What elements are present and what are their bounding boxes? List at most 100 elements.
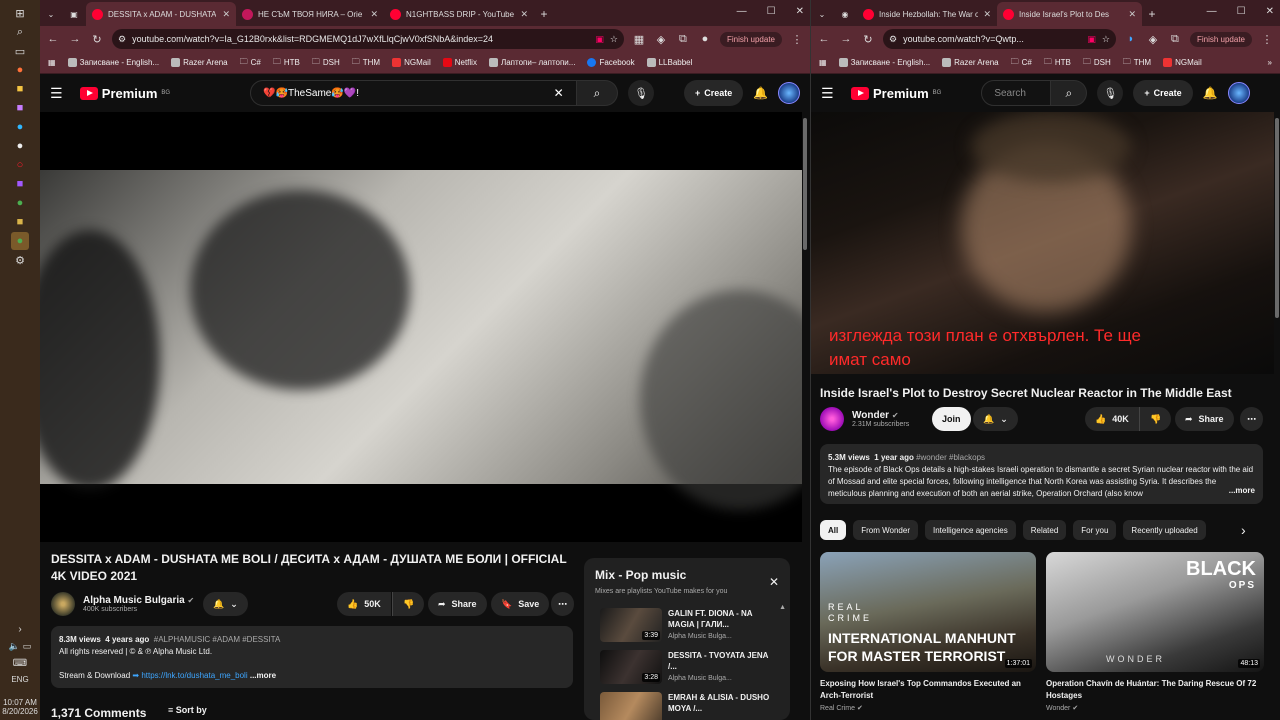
- reload-icon[interactable]: ↻: [861, 33, 875, 46]
- bookmark-star-icon[interactable]: ☆: [1102, 34, 1110, 45]
- channel-avatar[interactable]: [820, 407, 844, 431]
- subscribe-bell-button[interactable]: 🔔 ⌄: [203, 592, 248, 616]
- tab-hezbollah[interactable]: Inside Hezbollah: The War o ✕: [857, 2, 997, 26]
- recommended-card[interactable]: BLACK OPS WONDER 48:13 Operation Chavín …: [1046, 552, 1264, 712]
- join-button[interactable]: Join: [932, 407, 971, 431]
- opera-icon[interactable]: ○: [11, 156, 29, 174]
- bookmark-item[interactable]: Записване - English...: [838, 58, 930, 67]
- more-actions-button[interactable]: ⋯: [551, 592, 574, 616]
- subscribe-bell-button[interactable]: 🔔 ⌄: [973, 407, 1018, 431]
- chips-next-icon[interactable]: ›: [1241, 522, 1246, 538]
- bookmark-item[interactable]: Netflix: [442, 58, 477, 67]
- chrome-active-icon[interactable]: ●: [11, 232, 29, 250]
- menu-hamburger-icon[interactable]: ☰: [50, 85, 70, 102]
- url-field[interactable]: ⚙ youtube.com/watch?v=Qwtp... ▣ ☆: [883, 29, 1116, 49]
- chip-recently-uploaded[interactable]: Recently uploaded: [1123, 520, 1206, 540]
- account-avatar[interactable]: [778, 82, 801, 104]
- close-window-icon[interactable]: ✕: [796, 6, 804, 17]
- tab-ne-sam[interactable]: НЕ СЪМ ТВОЯ НИRA – Orie ✕: [236, 2, 384, 26]
- show-more-button[interactable]: ...more: [250, 671, 276, 680]
- minimize-icon[interactable]: —: [737, 6, 747, 17]
- site-info-icon[interactable]: ⚙: [889, 34, 897, 45]
- apps-icon[interactable]: ▦: [48, 58, 56, 67]
- bookmark-folder[interactable]: 🗀 DSH: [312, 56, 340, 70]
- notifications-bell-icon[interactable]: 🔔: [753, 86, 768, 100]
- voice-search-icon[interactable]: 🎙: [628, 80, 654, 106]
- recommended-card[interactable]: REAL CRIME INTERNATIONAL MANHUNT FOR MAS…: [820, 552, 1036, 712]
- obs-icon[interactable]: ●: [11, 137, 29, 155]
- channel-name[interactable]: Wonder: [852, 410, 889, 421]
- mix-item[interactable]: EMRAH & ALISIA - DUSHO MOYA /...: [592, 688, 784, 720]
- extensions-icon[interactable]: ⧉: [1168, 33, 1182, 46]
- card-channel[interactable]: Wonder: [1046, 705, 1070, 712]
- extension-icon[interactable]: ◈: [1146, 33, 1160, 46]
- search-button[interactable]: ⌕: [1051, 80, 1088, 106]
- chevron-up-icon[interactable]: ›: [0, 624, 40, 635]
- forward-icon[interactable]: →: [68, 33, 82, 45]
- like-button[interactable]: 👍 40K: [1085, 407, 1139, 431]
- tab-pinned[interactable]: ▣: [62, 2, 86, 26]
- extension-icon[interactable]: ▦: [632, 33, 646, 46]
- cast-icon[interactable]: ▣: [595, 34, 604, 45]
- more-bookmarks-icon[interactable]: »: [1268, 58, 1272, 67]
- close-mix-icon[interactable]: ✕: [769, 575, 779, 589]
- chip-all[interactable]: All: [820, 520, 847, 540]
- cast-icon[interactable]: ▣: [1087, 34, 1096, 45]
- save-button[interactable]: 🔖 Save: [491, 592, 550, 616]
- chip-for-you[interactable]: For you: [1073, 520, 1117, 540]
- stream-link[interactable]: https://lnk.to/dushata_me_boli: [141, 671, 247, 680]
- clear-search-icon[interactable]: ✕: [554, 86, 564, 100]
- menu-hamburger-icon[interactable]: ☰: [821, 85, 841, 102]
- create-button[interactable]: + Create: [684, 80, 744, 106]
- search-button[interactable]: ⌕: [576, 80, 619, 106]
- firefox-icon[interactable]: ●: [11, 61, 29, 79]
- site-info-icon[interactable]: ⚙: [118, 34, 126, 45]
- sort-comments-button[interactable]: ≡ Sort by: [168, 705, 207, 715]
- new-tab-button[interactable]: +: [1142, 2, 1162, 26]
- bookmark-folder[interactable]: 🗀 C#: [1011, 56, 1032, 70]
- search-input[interactable]: Search: [981, 80, 1052, 106]
- apps-icon[interactable]: ▦: [819, 58, 827, 67]
- bookmark-folder[interactable]: 🗀 THM: [1123, 56, 1151, 70]
- tab-nightbass[interactable]: N1GHTBASS DRIP - YouTube ✕: [384, 2, 534, 26]
- task-view-icon[interactable]: ▭: [11, 42, 29, 60]
- back-icon[interactable]: ←: [46, 33, 60, 45]
- reload-icon[interactable]: ↻: [90, 33, 104, 46]
- bookmark-folder[interactable]: 🗀 НТВ: [273, 56, 300, 70]
- close-tab-icon[interactable]: ✕: [983, 9, 991, 20]
- keyboard-icon[interactable]: ⌨: [0, 658, 40, 669]
- clock-date[interactable]: 8/20/2026: [0, 707, 40, 716]
- bookmark-item[interactable]: NGMail: [392, 58, 431, 67]
- edge-icon[interactable]: ●: [11, 118, 29, 136]
- close-tab-icon[interactable]: ✕: [520, 9, 528, 20]
- forward-icon[interactable]: →: [839, 33, 853, 45]
- search-input[interactable]: 💔🥵TheSame🥵💜! ✕: [250, 80, 577, 106]
- video-description[interactable]: 5.3M views 1 year ago #wonder #blackops …: [820, 444, 1263, 504]
- maximize-icon[interactable]: ☐: [1237, 6, 1246, 17]
- photos-icon[interactable]: ■: [11, 99, 29, 117]
- close-tab-icon[interactable]: ✕: [222, 9, 230, 20]
- bookmark-item[interactable]: Razer Arena: [171, 58, 228, 67]
- show-more-button[interactable]: ...more: [1226, 485, 1255, 497]
- bookmark-folder[interactable]: 🗀 DSH: [1083, 56, 1111, 70]
- share-button[interactable]: ➦ Share: [428, 592, 487, 616]
- like-button[interactable]: 👍 50K: [337, 592, 391, 616]
- notifications-bell-icon[interactable]: 🔔: [1203, 86, 1218, 100]
- tab-pinned[interactable]: ◉: [833, 2, 857, 26]
- bookmark-folder[interactable]: 🗀 НТВ: [1044, 56, 1071, 70]
- create-button[interactable]: + Create: [1133, 80, 1193, 106]
- scrollbar-thumb[interactable]: [1275, 118, 1279, 318]
- app-icon[interactable]: ■: [11, 213, 29, 231]
- chip-from-wonder[interactable]: From Wonder: [853, 520, 918, 540]
- bookmark-folder[interactable]: 🗀 THM: [352, 56, 380, 70]
- chrome-icon[interactable]: ●: [11, 194, 29, 212]
- onenote-icon[interactable]: ■: [11, 175, 29, 193]
- back-icon[interactable]: ←: [817, 33, 831, 45]
- settings-icon[interactable]: ⚙: [11, 251, 29, 269]
- mix-scroll-up-icon[interactable]: ▲: [779, 604, 786, 611]
- card-channel[interactable]: Real Crime: [820, 705, 855, 712]
- tab-dessita[interactable]: DESSITA x ADAM - DUSHATA ✕: [86, 2, 236, 26]
- mix-item[interactable]: 3:39 GALIN FT. DIONA - NA MAGIA | ГАЛИ..…: [592, 604, 784, 646]
- extension-icon[interactable]: ◈: [654, 33, 668, 46]
- search-icon[interactable]: ⌕: [11, 23, 29, 41]
